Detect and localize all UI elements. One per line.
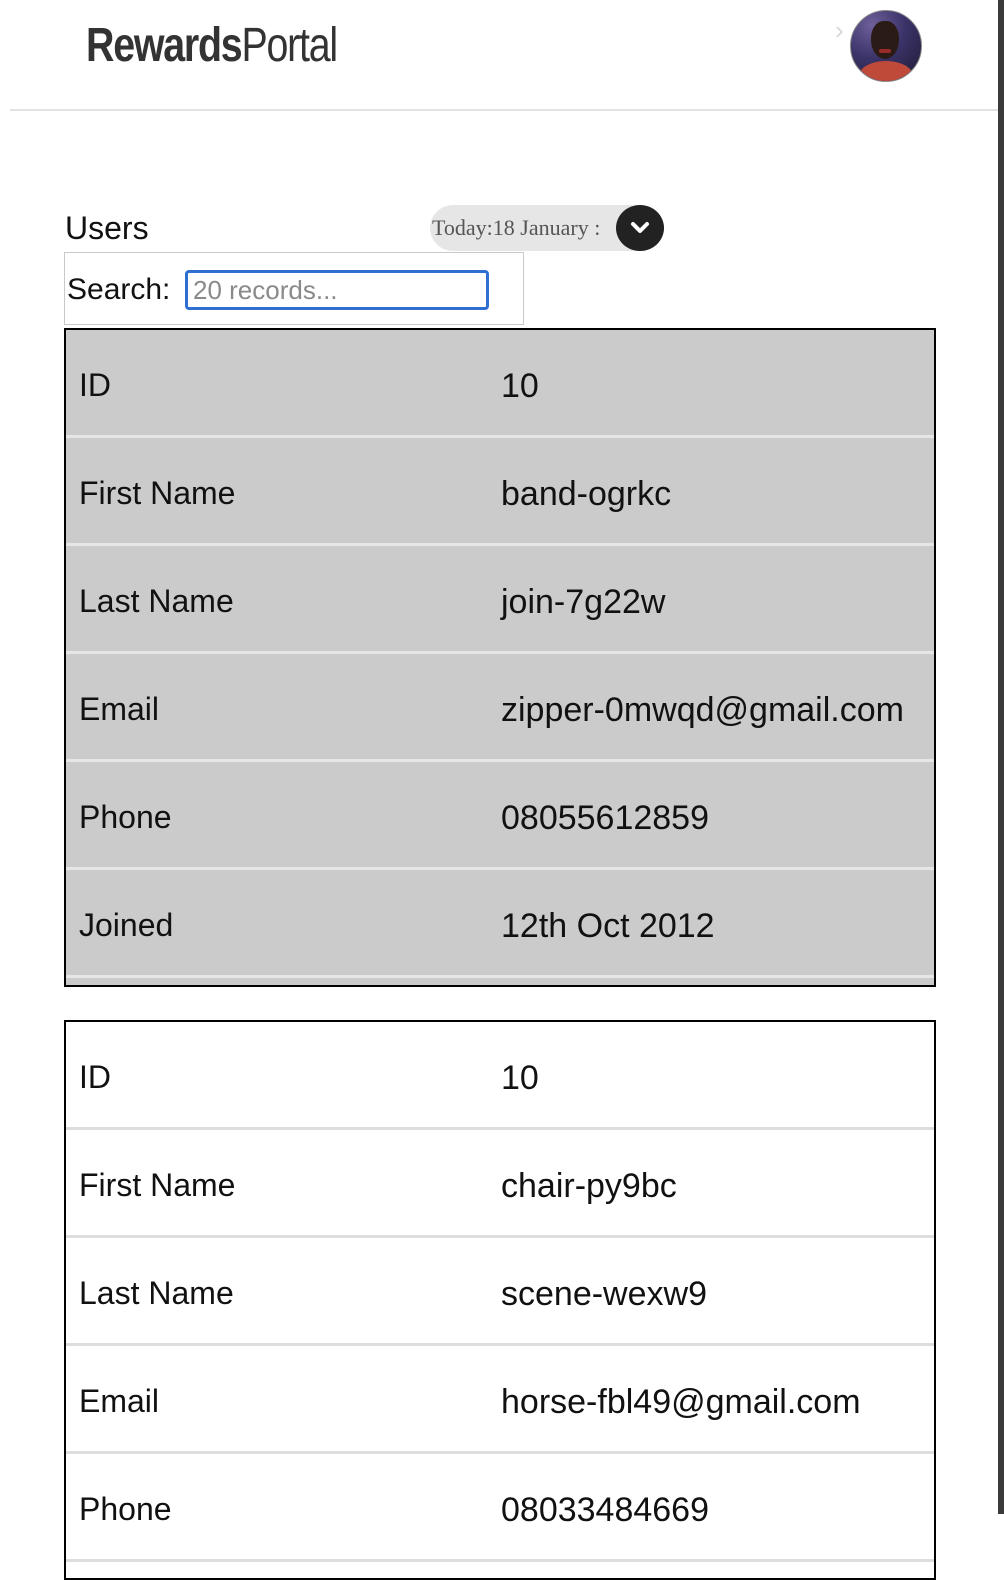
field-label: Phone [79,799,172,835]
field-value: 10 [501,1059,539,1097]
field-value: 12th Oct 2012 [501,907,715,945]
field-label: ID [79,367,111,403]
field-label: Last Name [79,583,234,619]
field-label: Email [79,691,160,727]
record-row-joined: Joined 12th Oct 2012 [66,870,934,978]
record-row-phone: Phone 08033484669 [66,1454,934,1562]
avatar-shoulder-shape [859,61,913,81]
field-label: Last Name [79,1275,234,1311]
search-label: Search: [67,273,171,306]
record-row-first-name: First Name band-ogrkc [66,438,934,546]
search-container: Search: [64,252,524,325]
field-label: First Name [79,475,236,511]
date-selector[interactable]: Today:18 January : [430,205,664,251]
field-value: chair-py9bc [501,1167,677,1205]
chevron-down-icon [631,222,649,233]
user-record-card[interactable]: ID 10 First Name band-ogrkc Last Name jo… [64,328,936,987]
search-input[interactable] [185,270,489,310]
field-label: ID [79,1059,111,1095]
record-row-email: Email zipper-0mwqd@gmail.com [66,654,934,762]
field-value: zipper-0mwqd@gmail.com [501,691,904,729]
avatar[interactable] [850,10,922,82]
record-row-first-name: First Name chair-py9bc [66,1130,934,1238]
field-label: First Name [79,1167,236,1203]
record-row-phone: Phone 08055612859 [66,762,934,870]
avatar-face-shape [871,21,899,59]
page-title: Users [65,210,149,246]
user-record-card[interactable]: ID 10 First Name chair-py9bc Last Name s… [64,1020,936,1580]
field-value: scene-wexw9 [501,1275,707,1313]
window-edge [998,0,1004,1514]
field-value: horse-fbl49@gmail.com [501,1383,861,1421]
record-row-id: ID 10 [66,330,934,438]
field-value: band-ogrkc [501,475,672,513]
brand-logo[interactable]: RewardsPortal [86,18,338,73]
field-label: Phone [79,1491,172,1527]
field-label: Email [79,1383,160,1419]
brand-name-light: Portal [241,19,338,72]
record-row-last-name: Last Name scene-wexw9 [66,1238,934,1346]
record-row-email: Email horse-fbl49@gmail.com [66,1346,934,1454]
date-dropdown-button[interactable] [616,205,664,251]
top-bar: RewardsPortal › [10,0,1000,111]
record-row-last-name: Last Name join-7g22w [66,546,934,654]
field-label: Joined [79,907,174,943]
avatar-lip-shape [879,49,891,53]
field-value: 08033484669 [501,1491,710,1529]
date-label: Today:18 January : [432,215,601,240]
record-row-id: ID 10 [66,1022,934,1130]
chevron-right-icon: › [835,15,844,45]
field-value: 08055612859 [501,799,710,837]
brand-name-bold: Rewards [86,19,243,72]
field-value: 10 [501,367,539,405]
field-value: join-7g22w [501,583,666,621]
